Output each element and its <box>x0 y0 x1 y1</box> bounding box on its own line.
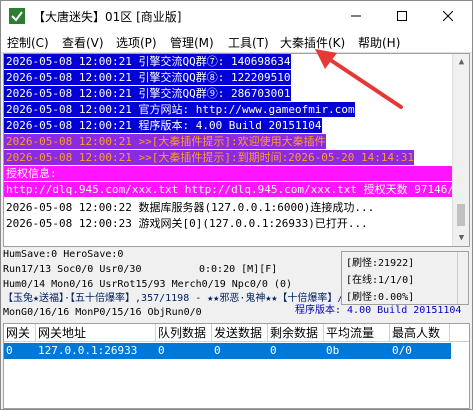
column-header[interactable]: 剩余数据 <box>268 324 324 342</box>
log-line: 2026-05-08 12:00:21 引擎交流QQ群⑨: 286703001 <box>4 86 291 101</box>
log-line: 2026-05-08 12:00:21 引擎交流QQ群⑧: 122209510 <box>4 70 291 85</box>
stat-map: 【玉兔★送福】·【五十倍爆率】,357/1198 - ★★邪恶·鬼神★★【十倍爆… <box>3 293 380 304</box>
side-refresh: [刷怪:21922] <box>346 258 415 269</box>
table-cell: 0 <box>6 344 13 357</box>
table-header: 网关 网关地址 队列数据 发送数据 剩余数据 平均流量 最高人数 <box>4 324 469 342</box>
column-header[interactable]: 网关 <box>4 324 36 342</box>
column-header[interactable]: 平均流量 <box>324 324 390 342</box>
menu-help[interactable]: 帮助(H) <box>358 34 400 51</box>
minimize-icon <box>351 15 361 17</box>
side-rate: [刷怪:0.00%] <box>346 292 415 303</box>
column-header[interactable]: 网关地址 <box>36 324 156 342</box>
menu-daqin-plugin[interactable]: 大秦插件(K) <box>280 34 345 51</box>
scroll-thumb[interactable] <box>457 204 465 226</box>
table-cell: 127.0.0.1:26933 <box>38 344 138 357</box>
stat-hum: Hum0/14 Mon0/16 UsrRot15/93 Merch0/19 Np… <box>3 279 292 290</box>
menu-control[interactable]: 控制(C) <box>7 34 49 51</box>
stat-version: 程序版本: 4.00 Build 20151104 <box>295 305 462 316</box>
app-icon <box>9 8 25 24</box>
maximize-button[interactable] <box>379 1 425 31</box>
log-scrollbar[interactable]: ▲ ▼ <box>452 54 469 246</box>
column-header[interactable]: 发送数据 <box>212 324 268 342</box>
stat-run: Run17/13 Soc0/0 Usr0/30 <box>3 264 142 275</box>
log-line: 2026-05-08 12:00:21 >>[大秦插件提示]:到期时间:2026… <box>4 150 415 165</box>
log-line: 2026-05-08 12:00:21 引擎交流QQ群⑦: 140698634 <box>4 54 291 69</box>
table-cell: 0 <box>270 344 277 357</box>
column-header[interactable]: 最高人数 <box>390 324 450 342</box>
log-line: 2026-05-08 12:00:23 游戏网关[0](127.0.0.1:26… <box>6 217 368 230</box>
minimize-button[interactable] <box>333 1 379 31</box>
menu-bar: 控制(C) 查看(V) 选项(P) 管理(M) 工具(T) 大秦插件(K) 帮助… <box>1 31 472 53</box>
app-window: 【大唐迷失】01区 [商业版] 控制(C) 查看(V) 选项(P) 管理(M) … <box>0 0 473 410</box>
close-button[interactable] <box>425 1 471 31</box>
side-online: [在线:1/1/0] <box>346 275 415 286</box>
log-line: 2026-05-08 12:00:21 官方网站: http://www.gam… <box>4 102 355 117</box>
menu-view[interactable]: 查看(V) <box>62 34 104 51</box>
side-scrollbar[interactable] <box>457 252 469 304</box>
stat-mon: MonG0/16/16 MonP0/15/16 ObjRun0/0 <box>3 307 202 318</box>
menu-options[interactable]: 选项(P) <box>116 34 157 51</box>
gateway-table[interactable]: 网关 网关地址 队列数据 发送数据 剩余数据 平均流量 最高人数 0 127.0… <box>3 323 470 409</box>
stat-timer: 0:0:20 [M][F] <box>199 264 278 275</box>
menu-manage[interactable]: 管理(M) <box>170 34 214 51</box>
log-line: 授权信息: <box>4 166 452 181</box>
maximize-icon <box>397 11 407 21</box>
table-cell: 0/0 <box>392 344 412 357</box>
scroll-up-icon[interactable]: ▲ <box>453 54 469 70</box>
table-row[interactable]: 0 127.0.0.1:26933 0 0 0 0b 0/0 <box>4 343 451 359</box>
title-bar: 【大唐迷失】01区 [商业版] <box>1 1 472 31</box>
table-cell: 0b <box>326 344 340 357</box>
column-header[interactable]: 队列数据 <box>156 324 212 342</box>
side-stats-box: [刷怪:21922] [在线:1/1/0] [刷怪:0.00%] <box>341 251 469 305</box>
log-panel[interactable]: 2026-05-08 12:00:21 引擎交流QQ群⑦: 140698634 … <box>3 53 470 247</box>
scroll-down-icon[interactable]: ▼ <box>453 230 469 246</box>
log-line: http://dlq.945.com/xxx.txt http://dlq.94… <box>4 182 469 197</box>
stat-save: HumSave:0 HeroSave:0 <box>3 249 124 260</box>
menu-tools[interactable]: 工具(T) <box>228 34 269 51</box>
stats-panel: HumSave:0 HeroSave:0 Run17/13 Soc0/0 Usr… <box>3 247 470 323</box>
close-icon <box>443 11 453 21</box>
window-title: 【大唐迷失】01区 [商业版] <box>33 10 182 24</box>
log-line: 2026-05-08 12:00:22 数据库服务器(127.0.0.1:600… <box>6 201 375 214</box>
table-cell: 0 <box>214 344 221 357</box>
log-line: 2026-05-08 12:00:21 >>[大秦插件提示]:欢迎使用大秦插件 <box>4 134 326 149</box>
table-cell: 0 <box>158 344 165 357</box>
log-line: 2026-05-08 12:00:21 程序版本: 4.00 Build 201… <box>4 118 322 133</box>
